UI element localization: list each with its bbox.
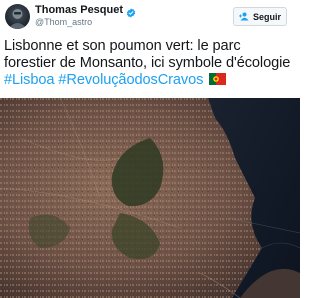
follow-button-label: Seguir (252, 11, 281, 22)
avatar[interactable] (5, 4, 30, 29)
tweet-text-line-1: Lisbonne et son poumon vert: le parc (4, 38, 241, 54)
author-display-name[interactable]: Thomas Pesquet (35, 4, 123, 16)
tweet-text: Lisbonne et son poumon vert: le parc for… (4, 38, 298, 89)
author-name-row: Thomas Pesquet (35, 4, 136, 18)
satellite-photo-lisbon[interactable] (0, 98, 300, 298)
verified-badge-icon (126, 5, 136, 18)
tweet-text-line-2: forestier de Monsanto, ici symbole d'éco… (4, 55, 291, 71)
follow-button[interactable]: Seguir (233, 7, 287, 26)
add-person-icon (238, 12, 249, 21)
author-handle[interactable]: @Thom_astro (35, 17, 92, 27)
tweet-hashtag-line: #Lisboa #RevoluçãodosCravos (4, 72, 298, 89)
tweet-header: Thomas Pesquet @Thom_astro Seguir (0, 0, 300, 36)
hashtag-lisboa[interactable]: #Lisboa (4, 72, 55, 88)
portugal-flag-icon (209, 73, 227, 85)
hashtag-revolucao-dos-cravos[interactable]: #RevoluçãodosCravos (58, 72, 203, 88)
